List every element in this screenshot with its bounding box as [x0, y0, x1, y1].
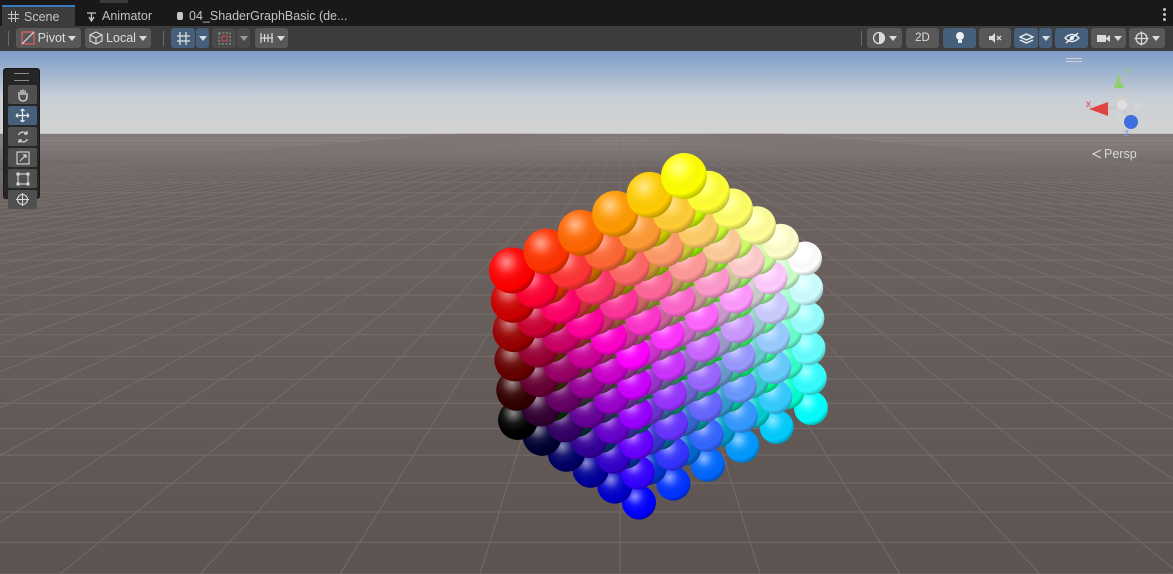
local-icon	[89, 31, 103, 45]
effects-icon	[1018, 33, 1034, 44]
pivot-icon	[20, 31, 35, 45]
gizmo-z-axis[interactable]	[1124, 115, 1138, 129]
tab-animator-label: Animator	[102, 9, 153, 23]
lighting-toggle[interactable]	[943, 28, 976, 48]
projection-label: Persp	[1104, 147, 1137, 161]
move-tool-icon	[15, 108, 30, 123]
skybox	[0, 51, 1173, 136]
local-dropdown[interactable]: Local	[85, 28, 151, 48]
increment-snap-icon	[218, 32, 230, 44]
grid-snap-dropdown[interactable]	[196, 28, 209, 48]
effects-dropdown[interactable]	[1039, 28, 1052, 48]
pivot-dropdown[interactable]: Pivot	[16, 28, 81, 48]
gizmo-x-label: x	[1086, 99, 1091, 110]
grid-icon	[8, 11, 19, 22]
tools-overlay	[3, 68, 40, 209]
gizmo-z-label: z	[1124, 128, 1129, 139]
2d-toggle[interactable]: 2D	[906, 28, 939, 48]
pivot-label: Pivot	[37, 31, 66, 45]
rotate-tool[interactable]	[8, 127, 37, 146]
gizmos-icon	[1134, 31, 1149, 45]
scene-toolbar: Pivot Local 2D	[0, 26, 1173, 52]
ruler-icon	[259, 33, 273, 43]
tab-scene[interactable]: Scene	[2, 5, 75, 26]
increment-snap-toggle[interactable]	[212, 28, 236, 48]
scale-tool-icon	[15, 150, 30, 165]
animator-icon	[87, 11, 96, 22]
gizmos-dropdown[interactable]	[1129, 28, 1165, 48]
camera-icon	[1096, 34, 1110, 42]
scene-render[interactable]	[0, 51, 1173, 574]
projection-toggle[interactable]: Persp	[1092, 147, 1137, 161]
move-tool[interactable]	[8, 106, 37, 125]
shading-mode-icon	[872, 31, 886, 45]
shading-mode-dropdown[interactable]	[867, 28, 902, 48]
effects-toggle[interactable]	[1014, 28, 1038, 48]
sphere-shading	[661, 153, 707, 199]
kebab-menu-icon[interactable]	[1163, 8, 1167, 23]
audio-mute-icon	[989, 33, 1002, 43]
gizmo-neg-x-axis	[1134, 101, 1146, 111]
hand-tool[interactable]	[8, 85, 37, 104]
gizmo-y-label: y	[1126, 65, 1131, 76]
transform-tool[interactable]	[8, 190, 37, 209]
window-tab-bar: Scene Animator 04_ShaderGraphBasic (de..…	[0, 0, 1173, 26]
transform-tool-icon	[16, 193, 29, 206]
grid-snap-toggle[interactable]	[171, 28, 195, 48]
hidden-objects-icon	[1063, 32, 1080, 44]
scale-tool[interactable]	[8, 148, 37, 167]
rect-tool-icon	[16, 172, 29, 185]
hand-tool-icon	[17, 89, 28, 102]
perspective-icon	[1092, 149, 1102, 159]
grid-snap-icon	[176, 31, 190, 45]
lighting-icon	[955, 32, 964, 43]
2d-label: 2D	[915, 32, 930, 44]
shadergraph-icon	[177, 12, 183, 20]
tab-animator[interactable]: Animator	[80, 6, 172, 26]
hidden-objects-toggle[interactable]	[1055, 28, 1088, 48]
ruler-dropdown[interactable]	[255, 28, 288, 48]
rotate-tool-icon	[17, 130, 28, 143]
camera-dropdown[interactable]	[1091, 28, 1126, 48]
audio-toggle[interactable]	[979, 28, 1011, 48]
increment-snap-dropdown[interactable]	[237, 28, 250, 48]
rect-tool[interactable]	[8, 169, 37, 188]
local-label: Local	[106, 31, 136, 45]
scene-viewport[interactable]: y x z Persp	[0, 51, 1173, 574]
tab-scene-label: Scene	[24, 9, 60, 24]
tab-shadergraph-label: 04_ShaderGraphBasic (de...	[189, 9, 348, 23]
tab-shadergraph[interactable]: 04_ShaderGraphBasic (de...	[170, 6, 360, 26]
gizmo-x-axis[interactable]	[1089, 102, 1108, 116]
